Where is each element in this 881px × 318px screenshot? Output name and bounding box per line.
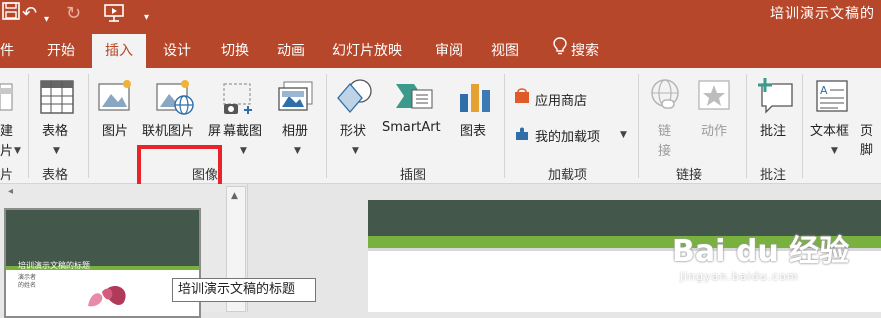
online-picture-icon[interactable] [156,78,196,120]
chart-icon[interactable] [458,80,492,118]
screenshot-prefix: 屏 [208,124,222,139]
tooltip: 培训演示文稿的标题 [172,278,316,302]
new-slide-label-1: 建 [0,124,14,139]
group-separator [746,74,747,178]
thumbnail-title-band [6,210,199,266]
work-area: ◂ 培训演示文稿的标题 演示者 的姓名 ▲ 培训演示文稿的标题 Bai du 经… [0,184,881,318]
lightbulb-icon [553,34,567,68]
group-separator [638,74,639,178]
tab-slideshow[interactable]: 幻灯片放映 [322,34,412,68]
title-bar: ↶ ▾ ↻ ▾ 培训演示文稿的 [0,0,881,34]
screenshot-dropdown-icon[interactable]: ▼ [240,146,247,156]
group-slides-label: 片 [0,168,14,183]
document-title: 培训演示文稿的 [770,6,875,22]
tab-insert[interactable]: 插入 [92,34,146,68]
slide-thumbnail-pane: ◂ 培训演示文稿的标题 演示者 的姓名 ▲ 培训演示文稿的标题 [0,184,316,318]
action-button-label[interactable]: 动作 [701,120,727,139]
baidu-watermark-logo: Bai du 经验 [672,234,850,269]
undo-dropdown-icon[interactable]: ▾ [44,10,49,30]
undo-icon[interactable]: ↶ [22,4,37,24]
link-label-2[interactable]: 接 [658,140,671,159]
screenshot-button-label[interactable]: 幕截图 [223,120,262,139]
picture-button-label[interactable]: 图片 [102,120,128,139]
store-button-label[interactable]: 应用商店 [535,90,587,109]
smartart-icon[interactable] [394,80,434,118]
new-slide-label-2: 片 [0,144,14,159]
header-footer-button-label[interactable]: 页脚 [860,120,881,158]
link-icon[interactable] [648,78,682,116]
shapes-icon[interactable] [336,78,374,120]
group-comments-label: 批注 [760,168,787,183]
group-separator [28,74,29,178]
new-slide-icon[interactable] [0,82,14,116]
photo-album-icon[interactable] [278,80,314,118]
customize-quick-access-icon[interactable]: ▾ [144,8,149,28]
picture-icon[interactable] [98,78,134,118]
table-dropdown-icon[interactable]: ▼ [53,146,60,156]
tab-design[interactable]: 设计 [152,34,202,68]
group-addins-label: 加载项 [548,168,588,183]
textbox-icon[interactable]: A [816,80,850,118]
group-separator [326,74,327,178]
ribbon-panel: 建 片 ▼ 片 表格 ▼ 表格 图片 联机图片 屏 幕截图 ▼ 相册 ▼ 图像 … [0,68,881,221]
tab-animations[interactable]: 动画 [266,34,316,68]
tab-home[interactable]: 开始 [36,34,86,68]
thumbnail-presenter: 演示者 [18,274,37,281]
photo-album-button-label[interactable]: 相册 [282,120,308,139]
thumbnail-decoration-image [84,282,134,316]
textbox-dropdown-icon[interactable]: ▼ [831,146,838,156]
screenshot-icon[interactable] [222,82,258,120]
store-icon[interactable] [514,88,530,108]
tab-transitions[interactable]: 切换 [210,34,260,68]
action-icon[interactable] [698,80,732,116]
group-illustrations-label: 插图 [400,168,427,183]
search-label: 搜索 [571,43,599,59]
group-separator [802,74,803,178]
online-picture-button-label[interactable]: 联机图片 [142,120,194,139]
textbox-button-label[interactable]: 文本框 [810,120,849,139]
save-icon[interactable] [2,2,20,25]
photo-album-dropdown-icon[interactable]: ▼ [294,146,301,156]
thumbnail-presenter-name: 的姓名 [18,282,37,289]
group-tables-label: 表格 [42,168,69,183]
tab-review[interactable]: 审阅 [424,34,474,68]
shapes-button-label[interactable]: 形状 [340,120,366,139]
chart-button-label[interactable]: 图表 [460,120,486,139]
new-slide-dropdown-icon[interactable]: ▼ [14,146,21,156]
baidu-watermark-url: jingyan.baidu.com [680,270,799,283]
shapes-dropdown-icon[interactable]: ▼ [352,146,359,156]
link-label-1[interactable]: 链 [658,120,671,139]
comment-icon[interactable] [756,78,794,118]
ribbon-tabs: 件 开始 插入 设计 切换 动画 幻灯片放映 审阅 视图 搜索 [0,34,881,68]
group-links-label: 链接 [676,168,703,183]
table-button-label[interactable]: 表格 [42,120,68,139]
comment-button-label[interactable]: 批注 [760,120,786,139]
tell-me-search[interactable]: 搜索 [544,34,608,68]
scroll-up-arrow-icon[interactable]: ▲ [231,191,238,201]
my-addins-dropdown-icon[interactable]: ▼ [620,130,627,140]
scroll-up-icon[interactable]: ◂ [8,186,13,197]
my-addins-icon[interactable] [514,126,530,146]
tab-view[interactable]: 视图 [480,34,530,68]
group-separator [504,74,505,178]
table-icon[interactable] [40,80,74,118]
smartart-button-label[interactable]: SmartArt [382,120,441,135]
svg-text:A: A [820,84,828,97]
thumbnail-title: 培训演示文稿的标题 [18,261,90,270]
my-addins-button-label[interactable]: 我的加载项 [535,126,600,145]
group-images-label: 图像 [192,168,219,183]
group-separator [88,74,89,178]
tab-file[interactable]: 件 [0,34,14,68]
start-slideshow-icon[interactable] [103,3,125,28]
redo-icon[interactable]: ↻ [66,4,81,24]
